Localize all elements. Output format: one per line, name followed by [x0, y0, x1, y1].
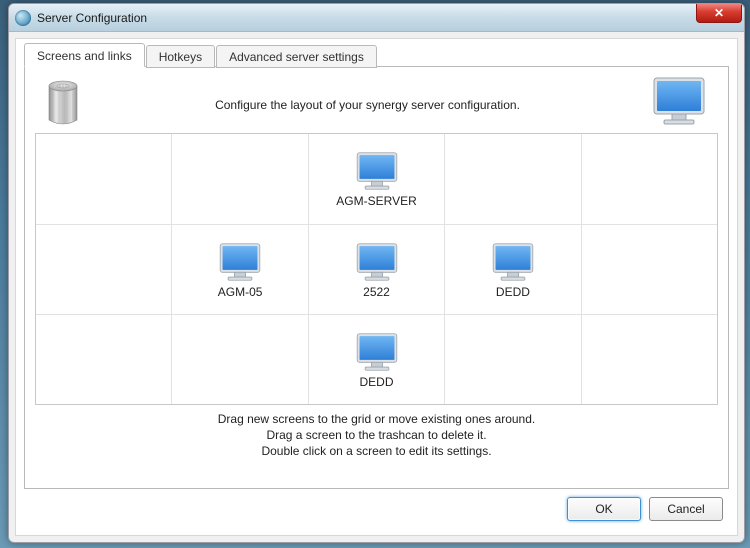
- grid-row-2: DEDD: [36, 314, 717, 404]
- monitor-icon: [354, 241, 400, 283]
- window-title: Server Configuration: [37, 11, 147, 25]
- grid-cell-1-1[interactable]: AGM-05: [172, 224, 308, 314]
- grid-cell-0-2[interactable]: AGM-SERVER: [309, 134, 445, 224]
- instructions: Drag new screens to the grid or move exi…: [35, 411, 718, 460]
- grid-cell-1-3[interactable]: DEDD: [445, 224, 581, 314]
- hint-line: Drag new screens to the grid or move exi…: [35, 411, 718, 427]
- grid-row-0: AGM-SERVER: [36, 134, 717, 224]
- grid-cell-2-4[interactable]: [582, 314, 717, 404]
- grid-cell-1-2[interactable]: 2522: [309, 224, 445, 314]
- grid-cell-2-2[interactable]: DEDD: [309, 314, 445, 404]
- grid-cell-2-1[interactable]: [172, 314, 308, 404]
- screen-label: AGM-05: [218, 285, 263, 299]
- server-configuration-window: Server Configuration ✕ Screens and links…: [8, 3, 745, 543]
- screen-layout-grid[interactable]: AGM-SERVER AGM-05: [35, 133, 718, 405]
- button-label: Cancel: [667, 502, 704, 516]
- close-icon: ✕: [714, 6, 724, 20]
- monitor-icon: [354, 150, 400, 192]
- close-button[interactable]: ✕: [696, 3, 742, 23]
- tabs-row: Screens and links Hotkeys Advanced serve…: [24, 43, 729, 67]
- grid-row-1: AGM-05 2522: [36, 224, 717, 314]
- grid-cell-0-4[interactable]: [582, 134, 717, 224]
- monitor-icon: [354, 331, 400, 373]
- screen-label: 2522: [363, 285, 390, 299]
- button-label: OK: [595, 502, 612, 516]
- tab-panel-screens: Configure the layout of your synergy ser…: [24, 66, 729, 489]
- hint-line: Double click on a screen to edit its set…: [35, 443, 718, 459]
- panel-caption: Configure the layout of your synergy ser…: [85, 90, 650, 112]
- titlebar[interactable]: Server Configuration ✕: [9, 4, 744, 32]
- synergy-app-icon: [15, 10, 31, 26]
- tab-label: Hotkeys: [159, 50, 202, 64]
- client-area: Screens and links Hotkeys Advanced serve…: [15, 38, 738, 536]
- grid-cell-1-4[interactable]: [582, 224, 717, 314]
- tab-screens-and-links[interactable]: Screens and links: [24, 43, 145, 67]
- cancel-button[interactable]: Cancel: [649, 497, 723, 521]
- screen-label: DEDD: [496, 285, 530, 299]
- tab-label: Screens and links: [37, 49, 132, 63]
- screen-label: DEDD: [360, 375, 394, 389]
- tab-advanced-server-settings[interactable]: Advanced server settings: [216, 45, 377, 68]
- dialog-button-row: OK Cancel: [24, 489, 729, 527]
- trashcan-icon[interactable]: [41, 75, 85, 127]
- grid-cell-0-1[interactable]: [172, 134, 308, 224]
- grid-cell-1-0[interactable]: [36, 224, 172, 314]
- grid-cell-2-0[interactable]: [36, 314, 172, 404]
- new-screen-source[interactable]: [650, 75, 714, 127]
- monitor-icon: [490, 241, 536, 283]
- ok-button[interactable]: OK: [567, 497, 641, 521]
- tab-label: Advanced server settings: [229, 50, 364, 64]
- panel-header-row: Configure the layout of your synergy ser…: [35, 75, 718, 127]
- hint-line: Drag a screen to the trashcan to delete …: [35, 427, 718, 443]
- grid-cell-0-3[interactable]: [445, 134, 581, 224]
- tab-hotkeys[interactable]: Hotkeys: [146, 45, 215, 68]
- grid-cell-0-0[interactable]: [36, 134, 172, 224]
- monitor-icon: [217, 241, 263, 283]
- screen-label: AGM-SERVER: [336, 194, 416, 208]
- grid-cell-2-3[interactable]: [445, 314, 581, 404]
